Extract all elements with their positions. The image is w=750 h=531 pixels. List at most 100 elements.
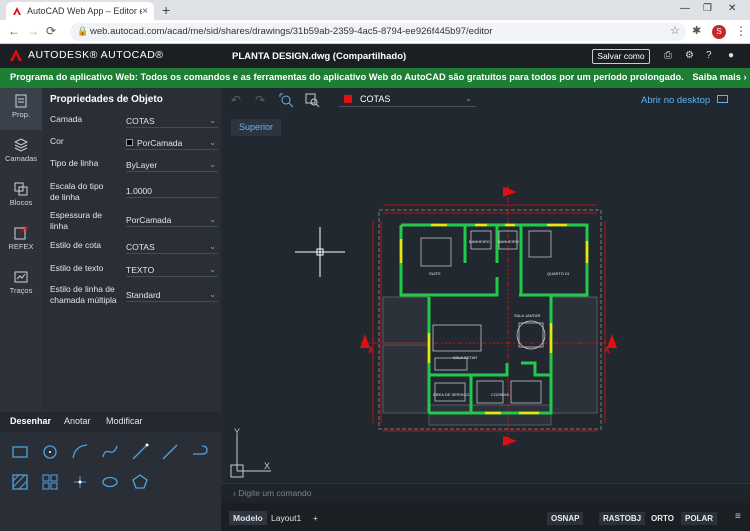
arc-tool[interactable] [70, 442, 90, 462]
undo-icon[interactable]: ↶ [231, 93, 241, 107]
hatch-icon [12, 474, 28, 490]
prop-label: Estilo de linha de chamada múltipla [50, 284, 117, 305]
tab-close-icon[interactable]: × [142, 6, 148, 17]
settings-gear-icon[interactable]: ⚙ [685, 50, 694, 61]
tab-modify[interactable]: Modificar [106, 416, 143, 426]
mleaderstyle-dropdown[interactable]: Standard ⌄ [126, 288, 218, 302]
dimstyle-dropdown[interactable]: COTAS ⌄ [126, 240, 218, 254]
ellipse-tool[interactable] [100, 472, 120, 492]
room-label: BANHEIRO [498, 239, 519, 244]
prop-label: Estilo de cota [50, 240, 102, 250]
properties-panel: Propriedades de Objeto Camada COTAS ⌄ Cor… [42, 88, 221, 412]
minimize-icon[interactable]: — [680, 3, 690, 14]
user-account-icon[interactable]: ● [728, 50, 734, 61]
room-label: QUARTO 01 [547, 271, 570, 276]
properties-title: Propriedades de Objeto [50, 94, 163, 105]
learn-more-link[interactable]: Saiba mais › [692, 72, 746, 82]
bookmark-star-icon[interactable]: ☆ [670, 24, 680, 37]
profile-avatar[interactable]: S [712, 25, 726, 39]
zoom-extents-icon[interactable] [279, 93, 295, 109]
crosshair-cursor [295, 227, 345, 277]
save-as-button[interactable]: Salvar como [592, 49, 650, 64]
array-icon [42, 474, 58, 490]
lineweight-dropdown[interactable]: PorCamada ⌄ [126, 213, 218, 227]
zoom-window-icon[interactable] [305, 93, 321, 109]
prop-label: Cor [50, 136, 64, 146]
polygon-icon [132, 474, 148, 489]
ellipse-icon [102, 476, 118, 488]
spline-tool[interactable] [100, 442, 120, 462]
layer-dropdown[interactable]: COTAS ⌄ [126, 114, 218, 128]
point-tool[interactable] [70, 472, 90, 492]
browser-menu-icon[interactable]: ⋮ [735, 24, 747, 38]
maximize-icon[interactable]: ❐ [703, 3, 712, 14]
redo-icon[interactable]: ↷ [255, 93, 265, 107]
new-tab-button[interactable]: + [162, 2, 170, 18]
textstyle-dropdown[interactable]: TEXTO ⌄ [126, 263, 218, 277]
url-text: web.autocad.com/acad/me/sid/shares/drawi… [90, 26, 493, 37]
back-icon[interactable]: ← [8, 24, 20, 38]
tab-annotate[interactable]: Anotar [64, 416, 91, 426]
osnap-toggle[interactable]: OSNAP [547, 512, 584, 525]
tab-model[interactable]: Modelo [229, 511, 267, 525]
reload-icon[interactable]: ⟳ [46, 24, 56, 38]
rectangle-tool[interactable] [10, 442, 30, 462]
add-layout-button[interactable]: + [309, 511, 322, 525]
polyline-tool[interactable] [160, 442, 180, 462]
help-icon[interactable]: ? [706, 50, 712, 61]
room-label: COZINHA [491, 392, 509, 397]
layers-icon [14, 138, 28, 152]
document-title: PLANTA DESIGN.dwg (Compartilhado) [232, 51, 407, 62]
autocad-favicon-icon [13, 7, 21, 15]
point-icon [74, 476, 86, 488]
rail-item-properties[interactable]: Prop. [0, 88, 42, 130]
prop-value: 1.0000 [126, 185, 152, 196]
promo-banner: Programa do aplicativo Web: Todos os com… [0, 68, 750, 88]
chevron-down-icon: ⌄ [209, 215, 216, 224]
rail-item-layers[interactable]: Camadas [0, 132, 42, 174]
rail-item-traces[interactable]: Traços [0, 264, 42, 306]
linetype-dropdown[interactable]: ByLayer ⌄ [126, 158, 218, 172]
lock-icon: 🔒 [77, 26, 89, 36]
section-marker-a-right: A [604, 334, 617, 355]
array-tool[interactable] [40, 472, 60, 492]
window-close-icon[interactable]: ✕ [728, 3, 736, 14]
browser-tab[interactable]: AutoCAD Web App – Editor e vis × [6, 2, 154, 20]
chevron-down-icon: ⌄ [465, 94, 472, 103]
xref-icon [14, 226, 28, 240]
brand-text: AUTODESK® AUTOCAD® [28, 49, 164, 61]
line-icon [132, 443, 149, 460]
spline-icon [102, 445, 118, 458]
command-line[interactable]: › Digite um comando [221, 483, 750, 503]
polygon-tool[interactable] [130, 472, 150, 492]
open-in-desktop-link[interactable]: Abrir no desktop [641, 95, 728, 106]
tab-draw[interactable]: Desenhar [10, 416, 51, 426]
color-dropdown[interactable]: PorCamada ⌄ [126, 136, 218, 150]
promo-text: Programa do aplicativo Web: Todos os com… [10, 72, 684, 82]
app-header: AUTODESK® AUTOCAD® PLANTA DESIGN.dwg (Co… [0, 45, 750, 68]
chevron-down-icon: ⌄ [209, 242, 216, 251]
ortho-toggle[interactable]: ORTO [647, 512, 678, 525]
rail-item-blocks[interactable]: Blocos [0, 176, 42, 218]
print-icon[interactable]: ⎙ [664, 50, 672, 61]
forward-icon[interactable]: → [27, 24, 39, 38]
chevron-down-icon: ⌄ [209, 116, 216, 125]
hatch-tool[interactable] [10, 472, 30, 492]
polar-toggle[interactable]: POLAR [681, 512, 717, 525]
prop-value: COTAS [126, 241, 155, 252]
chevron-down-icon: ⌄ [209, 138, 216, 147]
linetype-scale-input[interactable]: 1.0000 [126, 184, 218, 198]
rail-item-xref[interactable]: REFEX [0, 220, 42, 262]
tab-layout1[interactable]: Layout1 [267, 511, 305, 525]
prop-value: Standard [126, 289, 161, 300]
circle-tool[interactable] [40, 442, 60, 462]
rail-label: REFEX [8, 242, 34, 251]
url-field[interactable]: 🔒 web.autocad.com/acad/me/sid/shares/dra… [70, 23, 686, 41]
otrack-toggle[interactable]: RASTOBJ [599, 512, 646, 525]
layer-selector[interactable]: COTAS ⌄ [339, 91, 476, 107]
revcloud-tool[interactable] [190, 442, 210, 462]
extensions-icon[interactable]: ✱ [692, 24, 701, 37]
arc-icon [72, 444, 88, 459]
status-menu-icon[interactable]: ≡ [735, 511, 741, 522]
line-tool[interactable] [130, 442, 150, 462]
